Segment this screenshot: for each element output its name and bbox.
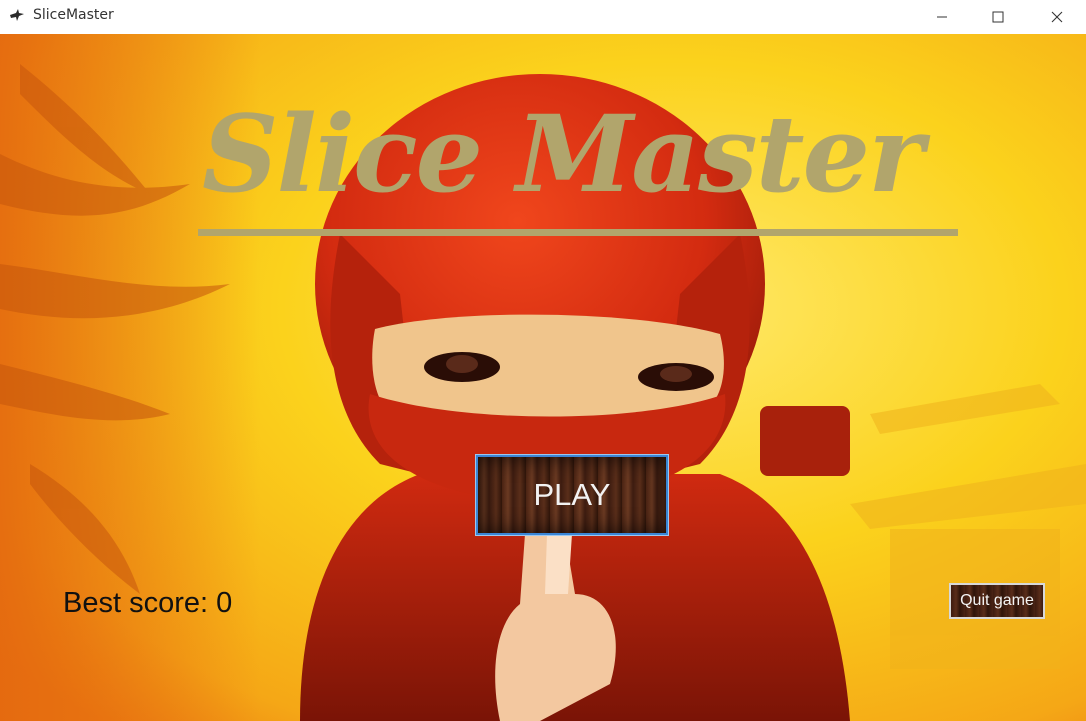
game-logo: Slice Master xyxy=(198,91,982,236)
window-title: SliceMaster xyxy=(33,7,114,23)
play-button[interactable]: PLAY xyxy=(475,454,669,536)
logo-underline xyxy=(198,229,958,236)
maximize-button[interactable] xyxy=(969,0,1027,34)
best-score-label: Best score: 0 xyxy=(63,587,233,619)
close-button[interactable] xyxy=(1028,0,1086,34)
quit-game-button[interactable]: Quit game xyxy=(949,583,1045,619)
logo-text: Slice Master xyxy=(202,91,924,216)
window-title-bar: SliceMaster xyxy=(0,0,1086,34)
game-menu-screen: Slice Master PLAY Best score: 0 Quit gam… xyxy=(0,34,1086,721)
close-icon xyxy=(1051,11,1063,23)
minimize-button[interactable] xyxy=(913,0,971,34)
ninja-star-icon xyxy=(9,9,25,23)
minimize-icon xyxy=(936,11,948,23)
maximize-icon xyxy=(992,11,1004,23)
quit-game-label: Quit game xyxy=(960,592,1034,609)
play-button-label: PLAY xyxy=(533,477,611,512)
